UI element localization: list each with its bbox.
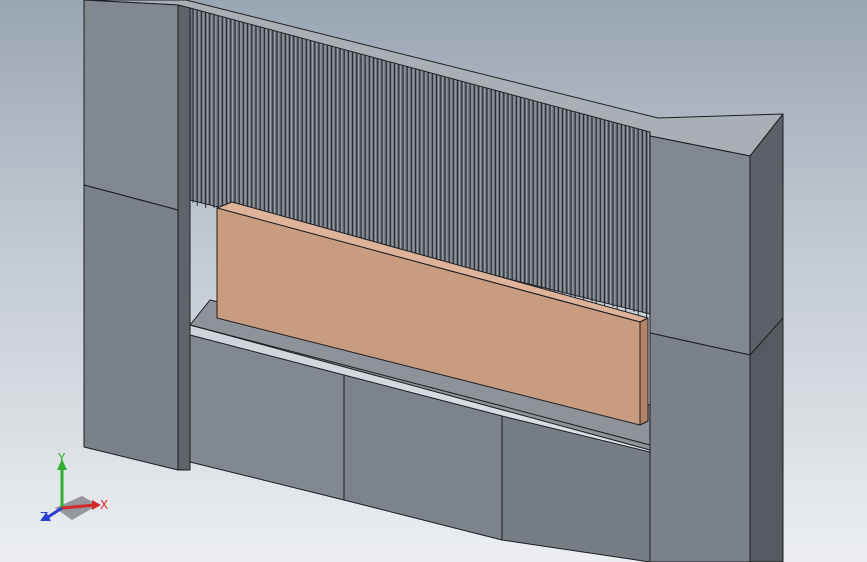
triad-z-label: Z (40, 510, 48, 524)
triad-z-axis (47, 506, 63, 519)
left-pillar-return (177, 4, 191, 471)
left-pillar-upper (83, 0, 179, 211)
right-block-lower-side (749, 317, 784, 562)
coordinate-triad[interactable]: Y X Z (40, 451, 108, 524)
triad-x-label: X (100, 498, 108, 512)
model-view[interactable]: Y X Z (0, 0, 867, 562)
3d-viewport[interactable]: Y X Z (0, 0, 867, 562)
right-pillar-lower (649, 332, 751, 562)
triad-y-label: Y (57, 451, 66, 465)
right-pillar-upper (649, 135, 751, 356)
copper-block-side (639, 317, 649, 426)
left-pillar-lower (83, 184, 179, 471)
